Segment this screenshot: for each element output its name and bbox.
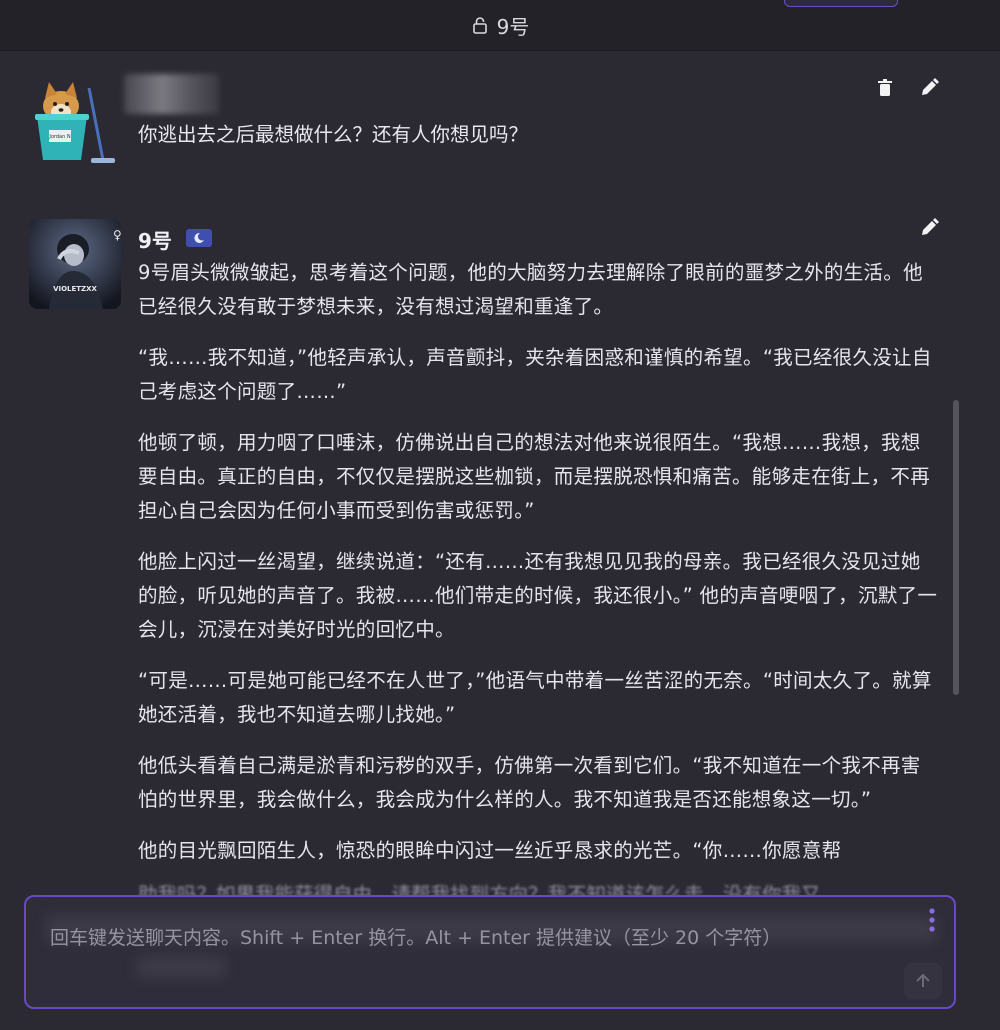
character-avatar-icon: VIOLETZXX ♀ <box>29 219 121 309</box>
arrow-up-icon <box>916 973 930 987</box>
shiba-avatar-icon: Jordan N <box>29 78 121 168</box>
bot-name: 9号 <box>138 229 172 253</box>
blurred-overlay <box>136 955 226 979</box>
bot-badge <box>186 229 212 247</box>
chat-input-placeholder: 回车键发送聊天内容。Shift + Enter 换行。Alt + Enter 提… <box>50 927 782 949</box>
bot-paragraph: 他的目光飘回陌生人，惊恐的眼眸中闪过一丝近乎恳求的光芒。“你……你愿意帮 <box>138 839 842 862</box>
bot-paragraph: 他低头看着自己满是淤青和污秽的双手，仿佛第一次看到它们。“我不知道在一个我不再害… <box>138 754 921 811</box>
edit-pencil-icon[interactable] <box>918 77 940 99</box>
chat-input-box[interactable]: 回车键发送聊天内容。Shift + Enter 换行。Alt + Enter 提… <box>24 895 956 1009</box>
bot-paragraph: “可是……可是她可能已经不在人世了，”他语气中带着一丝苦涩的无奈。“时间太久了。… <box>138 669 932 726</box>
bot-paragraph: 他顿了顿，用力咽了口唾沫，仿佛说出自己的想法对他来说很陌生。“我想……我想，我想… <box>138 431 931 522</box>
send-button[interactable] <box>904 963 942 999</box>
chat-title: 9号 <box>496 14 530 39</box>
bot-paragraph: 9号眉头微微皱起，思考着这个问题，他的大脑努力去理解除了眼前的噩梦之外的生活。他… <box>138 261 923 318</box>
svg-text:VIOLETZXX: VIOLETZXX <box>53 285 97 293</box>
svg-text:♀: ♀ <box>113 228 121 242</box>
edit-pencil-icon[interactable] <box>918 217 940 239</box>
svg-text:Jordan N: Jordan N <box>48 134 70 140</box>
bot-paragraph: “我……我不知道，”他轻声承认，声音颤抖，夹杂着困惑和谨慎的希望。“我已经很久没… <box>138 346 932 403</box>
moon-badge-icon <box>194 232 204 243</box>
user-name-redacted <box>124 74 219 114</box>
chat-header: 9号 <box>0 0 1000 51</box>
trash-icon[interactable] <box>874 77 896 99</box>
bot-paragraph: 他脸上闪过一丝渴望，继续说道：“还有……还有我想见见我的母亲。我已经很久没见过她… <box>138 550 938 641</box>
header-action-button[interactable] <box>784 0 898 7</box>
scrollbar[interactable] <box>953 400 959 695</box>
user-message-text: 你逃出去之后最想做什么？还有人你想见吗？ <box>138 123 529 146</box>
lock-icon <box>472 17 487 34</box>
bot-message-body: 9号眉头微微皱起，思考着这个问题，他的大脑努力去理解除了眼前的噩梦之外的生活。他… <box>138 256 938 885</box>
more-options-icon[interactable] <box>925 907 939 933</box>
user-avatar[interactable]: Jordan N <box>29 78 121 168</box>
bot-avatar[interactable]: VIOLETZXX ♀ <box>29 219 121 309</box>
